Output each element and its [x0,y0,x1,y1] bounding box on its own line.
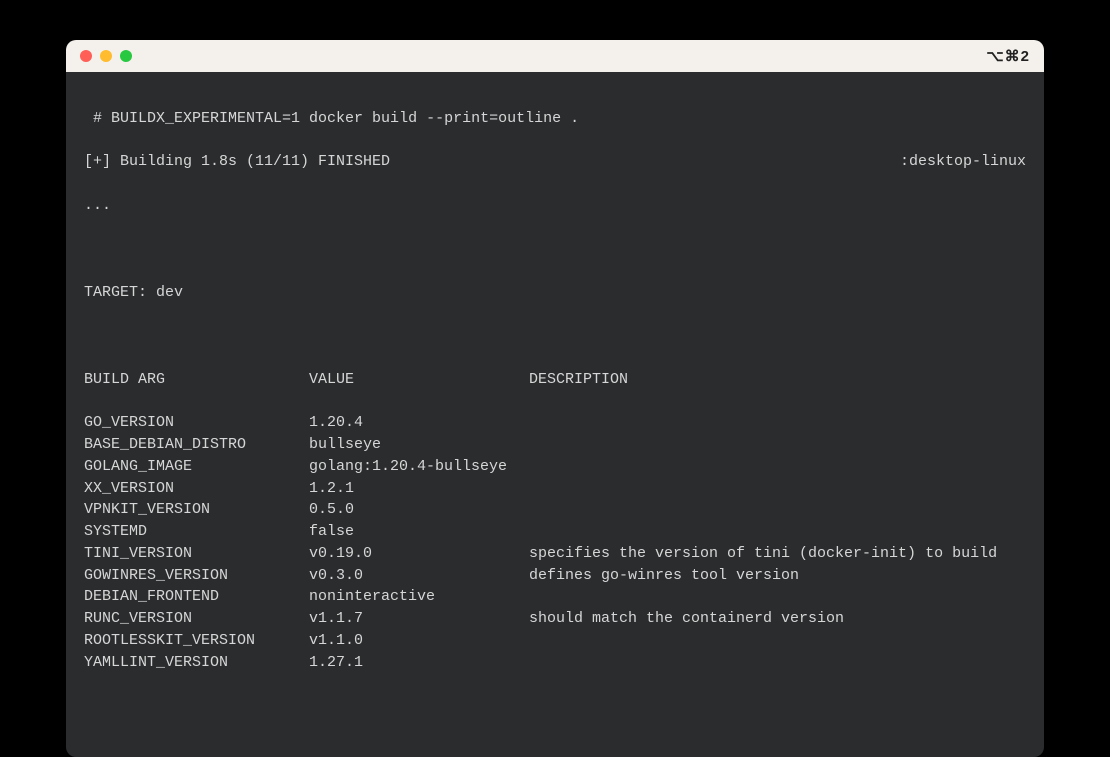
table-row: GOWINRES_VERSIONv0.3.0defines go-winres … [84,565,1026,587]
blank-line [84,325,1026,347]
cell-build-arg: DEBIAN_FRONTEND [84,586,309,608]
cell-value: 0.5.0 [309,499,529,521]
cell-description [529,586,1026,608]
cell-build-arg: RUNC_VERSION [84,608,309,630]
table-row: VPNKIT_VERSION0.5.0 [84,499,1026,521]
cell-value: golang:1.20.4-bullseye [309,456,529,478]
cell-build-arg: XX_VERSION [84,478,309,500]
window-shortcut-label: ⌥⌘2 [986,47,1030,65]
header-value: VALUE [309,369,529,391]
cell-description [529,521,1026,543]
table-row: BASE_DEBIAN_DISTRObullseye [84,434,1026,456]
traffic-lights [80,50,132,62]
cell-build-arg: ROOTLESSKIT_VERSION [84,630,309,652]
cell-value: v0.3.0 [309,565,529,587]
cell-description [529,412,1026,434]
minimize-icon[interactable] [100,50,112,62]
cell-description: should match the containerd version [529,608,1026,630]
cell-build-arg: SYSTEMD [84,521,309,543]
terminal-window: ⌥⌘2 # BUILDX_EXPERIMENTAL=1 docker build… [66,40,1044,757]
table-row: GOLANG_IMAGEgolang:1.20.4-bullseye [84,456,1026,478]
target-line: TARGET: dev [84,282,1026,304]
header-description: DESCRIPTION [529,369,1026,391]
table-row: ROOTLESSKIT_VERSIONv1.1.0 [84,630,1026,652]
window-titlebar: ⌥⌘2 [66,40,1044,72]
cell-description [529,456,1026,478]
table-row: GO_VERSION1.20.4 [84,412,1026,434]
maximize-icon[interactable] [120,50,132,62]
command-text: BUILDX_EXPERIMENTAL=1 docker build --pri… [111,110,579,127]
cell-value: v0.19.0 [309,543,529,565]
table-row: RUNC_VERSIONv1.1.7should match the conta… [84,608,1026,630]
cell-description [529,499,1026,521]
table-header: BUILD ARGVALUEDESCRIPTION [84,369,1026,391]
table-row: DEBIAN_FRONTENDnoninteractive [84,586,1026,608]
cell-description [529,434,1026,456]
cell-value: noninteractive [309,586,529,608]
command-line: # BUILDX_EXPERIMENTAL=1 docker build --p… [84,108,1026,130]
cell-build-arg: GOWINRES_VERSION [84,565,309,587]
build-status-line: [+] Building 1.8s (11/11) FINISHED:deskt… [84,151,1026,173]
cell-value: 1.20.4 [309,412,529,434]
cell-description: defines go-winres tool version [529,565,1026,587]
cell-description [529,478,1026,500]
cell-build-arg: TINI_VERSION [84,543,309,565]
build-status-right: :desktop-linux [900,151,1026,173]
ellipsis-line: ... [84,195,1026,217]
build-status-left: [+] Building 1.8s (11/11) FINISHED [84,151,900,173]
cell-description: specifies the version of tini (docker-in… [529,543,1026,565]
cell-description [529,630,1026,652]
terminal-content[interactable]: # BUILDX_EXPERIMENTAL=1 docker build --p… [66,72,1044,757]
table-row: YAMLLINT_VERSION1.27.1 [84,652,1026,674]
cell-value: v1.1.7 [309,608,529,630]
header-build-arg: BUILD ARG [84,369,309,391]
cell-value: bullseye [309,434,529,456]
cell-description [529,652,1026,674]
cell-value: 1.27.1 [309,652,529,674]
blank-line [84,238,1026,260]
cell-build-arg: BASE_DEBIAN_DISTRO [84,434,309,456]
cell-value: 1.2.1 [309,478,529,500]
cell-build-arg: VPNKIT_VERSION [84,499,309,521]
table-row: TINI_VERSIONv0.19.0specifies the version… [84,543,1026,565]
table-row: SYSTEMDfalse [84,521,1026,543]
table-row: XX_VERSION1.2.1 [84,478,1026,500]
cell-build-arg: GO_VERSION [84,412,309,434]
cell-value: v1.1.0 [309,630,529,652]
close-icon[interactable] [80,50,92,62]
cell-value: false [309,521,529,543]
prompt-prefix: # [84,110,111,127]
cell-build-arg: GOLANG_IMAGE [84,456,309,478]
cell-build-arg: YAMLLINT_VERSION [84,652,309,674]
